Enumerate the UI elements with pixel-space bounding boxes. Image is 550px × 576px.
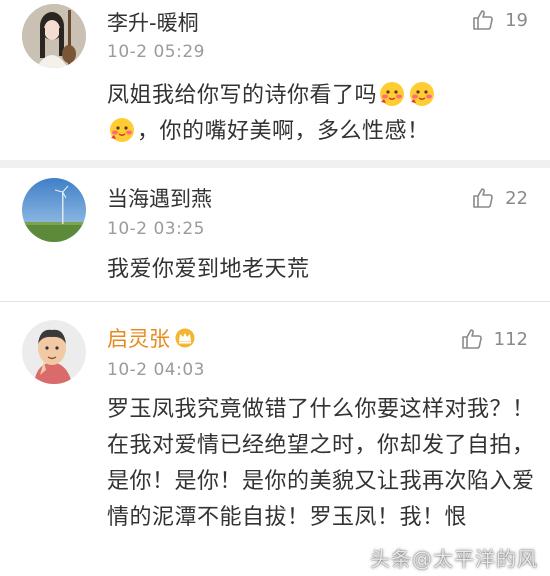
comment-time: 10-2 03:25 [107,219,205,239]
username-text: 启灵张 [107,327,170,351]
blushing-face-emoji [110,118,134,142]
comment-text: 凤姐我给你写的诗你看了吗 ，你的嘴好美啊，多么性感！ [107,78,536,150]
like-button[interactable]: 112 [460,325,528,353]
like-count: 19 [505,9,528,31]
like-count: 112 [493,328,528,350]
username[interactable]: 李升-暖桐 [107,10,199,36]
comment-item: 李升-暖桐 10-2 05:29 19 凤姐我给你写的诗你看了吗 ，你的嘴好美啊，… [0,0,550,160]
comment-item: 当海遇到燕 10-2 03:25 22 我爱你爱到地老天荒 [0,168,550,301]
comment-text: 我爱你爱到地老天荒 [107,257,310,282]
user-avatar[interactable] [22,4,86,68]
like-button[interactable]: 22 [471,184,528,212]
girl-with-instrument-avatar [22,4,86,68]
comment-time: 10-2 04:03 [107,360,205,380]
comment-item: 启灵张 10-2 04:03 112 罗玉凤我究竟做错了什么你要这样对我？！在我… [0,302,550,576]
blushing-face-emoji [380,82,405,106]
blushing-face-emoji [410,82,435,106]
user-avatar[interactable] [22,178,86,242]
comment-text-part: ，你的嘴好美啊，多么性感！ [137,119,430,144]
watermark: 头条@太平洋的风 [370,547,538,571]
username[interactable]: 启灵张 [107,326,196,352]
thumbs-up-icon [461,329,482,349]
vip-crown-icon [175,328,195,348]
cartoon-man-avatar [22,320,86,384]
thumbs-up-icon [473,188,493,208]
thumbs-up-icon [473,10,493,30]
divider [0,160,550,168]
username[interactable]: 当海遇到燕 [107,186,212,212]
like-count: 22 [505,187,528,209]
user-avatar[interactable] [22,320,86,384]
comment-time: 10-2 05:29 [107,42,205,62]
comment-text-part: 凤姐我给你写的诗你看了吗 [107,83,378,108]
sky-landscape-avatar [22,178,86,242]
like-button[interactable]: 19 [471,6,528,34]
